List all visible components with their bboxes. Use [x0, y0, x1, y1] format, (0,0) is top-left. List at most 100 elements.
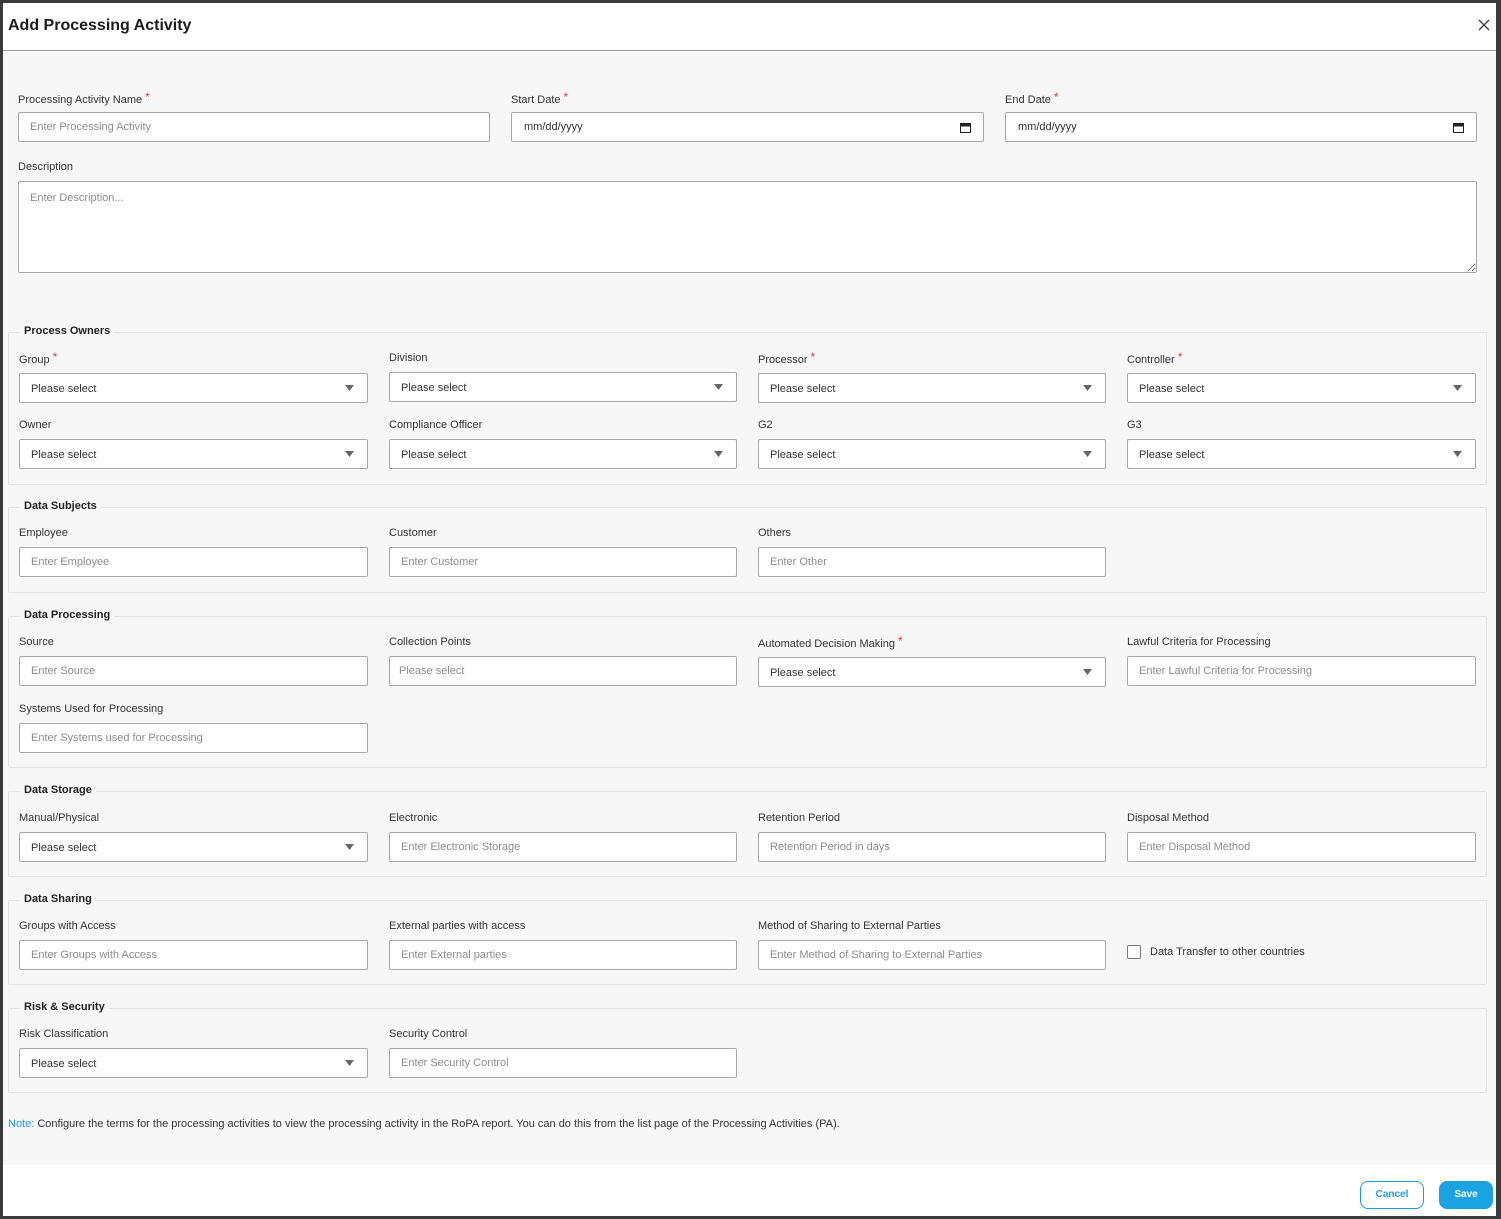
note-key: Note: — [8, 1118, 35, 1130]
security-control-input[interactable] — [389, 1048, 737, 1078]
modal-header: Add Processing Activity — [3, 3, 1496, 51]
caret-down-icon — [345, 451, 354, 457]
modal-body: Processing Activity Name* Start Date* mm… — [3, 52, 1496, 1165]
caret-down-icon — [714, 384, 723, 390]
automated-decision-select-value: Please select — [770, 667, 836, 679]
groups-with-access-label: Groups with Access — [19, 920, 116, 932]
lawful-criteria-label: Lawful Criteria for Processing — [1127, 636, 1271, 648]
process-owners-legend: Process Owners — [20, 325, 115, 337]
g2-select[interactable]: Please select — [758, 439, 1106, 469]
end-date-input[interactable]: mm/dd/yyyy — [1005, 112, 1477, 142]
caret-down-icon — [1453, 385, 1462, 391]
division-label: Division — [389, 352, 428, 364]
risk-classification-select[interactable]: Please select — [19, 1048, 368, 1078]
add-processing-activity-modal: Add Processing Activity Processing Activ… — [3, 3, 1496, 1216]
note-body: Configure the terms for the processing a… — [34, 1118, 840, 1130]
method-of-sharing-input[interactable] — [758, 940, 1106, 970]
data-subjects-legend: Data Subjects — [20, 500, 101, 512]
processor-label: Processor * — [758, 350, 816, 366]
manual-physical-select-value: Please select — [31, 842, 97, 854]
data-sharing-legend: Data Sharing — [20, 893, 96, 905]
caret-down-icon — [345, 1060, 354, 1066]
start-date-value: mm/dd/yyyy — [524, 121, 583, 133]
lawful-criteria-input[interactable] — [1127, 656, 1476, 686]
g2-label: G2 — [758, 419, 773, 431]
collection-points-label: Collection Points — [389, 636, 471, 648]
data-transfer-label: Data Transfer to other countries — [1150, 946, 1305, 958]
manual-physical-label: Manual/Physical — [19, 812, 100, 824]
retention-period-label: Retention Period — [758, 812, 840, 824]
group-select[interactable]: Please select — [19, 373, 368, 403]
end-date-label: End Date * — [1005, 90, 1059, 106]
calendar-icon[interactable] — [1453, 122, 1464, 133]
processor-select[interactable]: Please select — [758, 373, 1106, 403]
automated-decision-select[interactable]: Please select — [758, 657, 1106, 687]
close-icon — [1478, 19, 1490, 31]
data-processing-legend: Data Processing — [20, 609, 115, 621]
pa-name-label: Processing Activity Name * — [18, 90, 150, 106]
others-label: Others — [758, 527, 792, 539]
group-label: Group * — [19, 350, 58, 366]
collection-points-input[interactable] — [389, 656, 737, 686]
g3-label: G3 — [1127, 419, 1142, 431]
compliance-officer-label: Compliance Officer — [389, 419, 483, 431]
controller-label: Controller * — [1127, 350, 1183, 366]
division-select-value: Please select — [401, 382, 467, 394]
owner-select-value: Please select — [31, 449, 97, 461]
external-parties-input[interactable] — [389, 940, 737, 970]
caret-down-icon — [345, 385, 354, 391]
calendar-icon[interactable] — [960, 122, 971, 133]
caret-down-icon — [345, 844, 354, 850]
method-of-sharing-label: Method of Sharing to External Parties — [758, 920, 941, 932]
processor-select-value: Please select — [770, 383, 836, 395]
disposal-method-label: Disposal Method — [1127, 812, 1209, 824]
pa-name-input[interactable] — [18, 112, 490, 142]
systems-used-label: Systems Used for Processing — [19, 703, 164, 715]
start-date-label: Start Date * — [511, 90, 569, 106]
owner-label: Owner — [19, 419, 52, 431]
caret-down-icon — [1453, 451, 1462, 457]
security-control-label: Security Control — [389, 1028, 468, 1040]
source-input[interactable] — [19, 656, 368, 686]
compliance-officer-select[interactable]: Please select — [389, 439, 737, 469]
close-button[interactable] — [1474, 15, 1494, 35]
caret-down-icon — [714, 451, 723, 457]
external-parties-label: External parties with access — [389, 920, 526, 932]
groups-with-access-input[interactable] — [19, 940, 368, 970]
risk-classification-label: Risk Classification — [19, 1028, 109, 1040]
source-label: Source — [19, 636, 54, 648]
controller-select-value: Please select — [1139, 383, 1205, 395]
electronic-label: Electronic — [389, 812, 438, 824]
caret-down-icon — [1083, 385, 1092, 391]
data-transfer-checkbox[interactable] — [1127, 945, 1141, 959]
g3-select[interactable]: Please select — [1127, 439, 1476, 469]
risk-classification-select-value: Please select — [31, 1058, 97, 1070]
manual-physical-select[interactable]: Please select — [19, 832, 368, 862]
description-label: Description — [18, 161, 74, 173]
electronic-input[interactable] — [389, 832, 737, 862]
owner-select[interactable]: Please select — [19, 439, 368, 469]
save-button[interactable]: Save — [1439, 1181, 1493, 1209]
systems-used-input[interactable] — [19, 723, 368, 753]
end-date-value: mm/dd/yyyy — [1018, 121, 1077, 133]
controller-select[interactable]: Please select — [1127, 373, 1476, 403]
caret-down-icon — [1083, 451, 1092, 457]
group-select-value: Please select — [31, 383, 97, 395]
note-text: Note: Configure the terms for the proces… — [8, 1118, 840, 1130]
caret-down-icon — [1083, 669, 1092, 675]
risk-security-legend: Risk & Security — [20, 1001, 109, 1013]
retention-period-input[interactable] — [758, 832, 1106, 862]
customer-input[interactable] — [389, 547, 737, 577]
employee-input[interactable] — [19, 547, 368, 577]
division-select[interactable]: Please select — [389, 372, 737, 402]
g2-select-value: Please select — [770, 449, 836, 461]
automated-decision-label: Automated Decision Making * — [758, 634, 903, 650]
compliance-officer-select-value: Please select — [401, 449, 467, 461]
start-date-input[interactable]: mm/dd/yyyy — [511, 112, 984, 142]
disposal-method-input[interactable] — [1127, 832, 1476, 862]
data-storage-legend: Data Storage — [20, 784, 96, 796]
g3-select-value: Please select — [1139, 449, 1205, 461]
cancel-button[interactable]: Cancel — [1360, 1181, 1424, 1209]
description-textarea[interactable] — [18, 181, 1477, 273]
others-input[interactable] — [758, 547, 1106, 577]
